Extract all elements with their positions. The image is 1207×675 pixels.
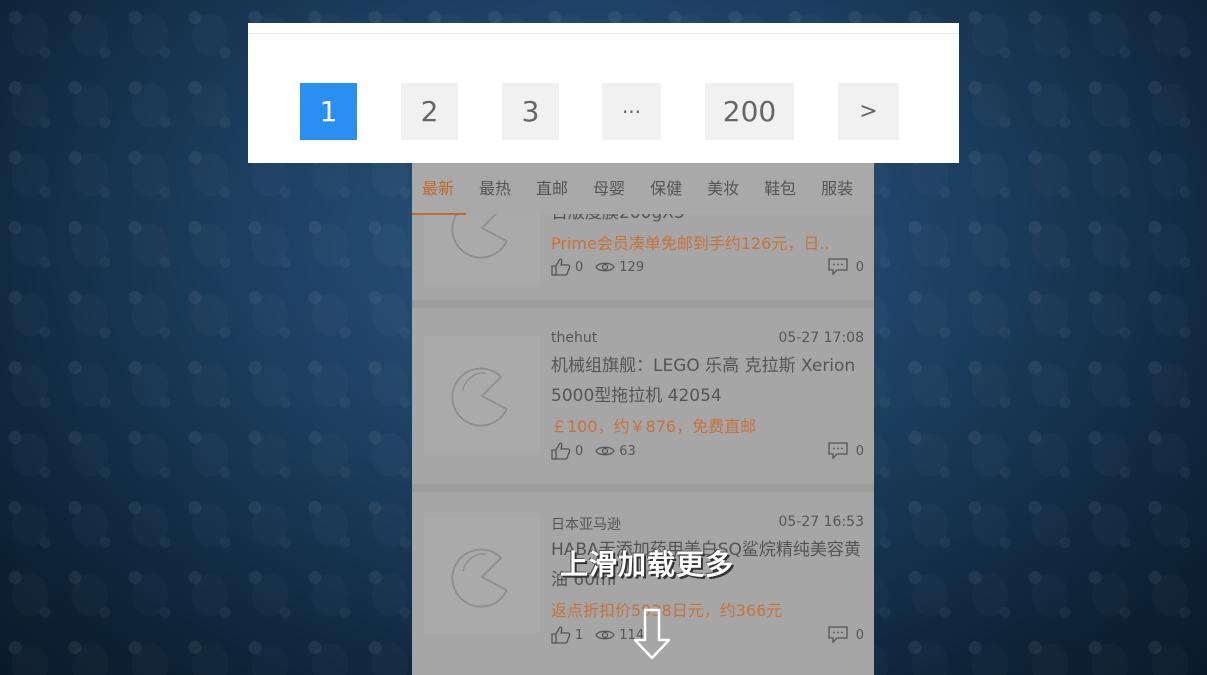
item-comments[interactable]: 0 <box>828 258 864 276</box>
comment-icon[interactable] <box>828 626 848 644</box>
eye-icon <box>595 628 616 642</box>
comment-count: 0 <box>855 443 864 459</box>
next-page-button[interactable]: > <box>838 83 899 140</box>
tab-hot[interactable]: 最热 <box>479 160 511 215</box>
comment-icon[interactable] <box>828 442 848 460</box>
tab-clothing[interactable]: 服装 <box>821 160 853 215</box>
page-button-3[interactable]: 3 <box>502 83 559 140</box>
view-count: 63 <box>619 443 636 459</box>
tab-latest[interactable]: 最新 <box>412 160 467 215</box>
item-stats: 0 63 <box>551 442 648 460</box>
pagination-panel: 1 2 3 ··· 200 > <box>248 23 959 163</box>
comment-count: 0 <box>855 259 864 275</box>
item-source: thehut <box>551 330 598 346</box>
item-time: 05-27 17:08 <box>778 330 864 346</box>
item-thumbnail <box>424 336 540 452</box>
page-button-2[interactable]: 2 <box>401 83 458 140</box>
list-item[interactable]: thehut 05-27 17:08 机械组旗舰：LEGO 乐高 克拉斯 Xer… <box>412 308 874 484</box>
thumb-up-icon[interactable] <box>551 258 571 276</box>
like-count: 0 <box>575 259 584 275</box>
thumb-up-icon[interactable] <box>551 442 571 460</box>
tab-direct-mail[interactable]: 直邮 <box>536 160 568 215</box>
item-price: ￡100，约￥876，免费直邮 <box>551 417 757 436</box>
thumb-up-icon[interactable] <box>551 626 571 644</box>
placeholder-image-icon <box>451 367 508 427</box>
down-arrow-icon <box>632 608 672 664</box>
comment-count: 0 <box>855 627 864 643</box>
placeholder-image-icon <box>451 548 508 608</box>
tab-shoes-bags[interactable]: 鞋包 <box>764 160 796 215</box>
eye-icon <box>595 444 616 458</box>
item-source: 日本亚马逊 <box>551 517 621 533</box>
like-count: 1 <box>575 627 584 643</box>
app-screen: 日版度膜200gX3 Prime会员凑单免邮到手约126元，日.. 0 129 … <box>412 160 874 675</box>
item-comments[interactable]: 0 <box>828 626 864 644</box>
item-time: 05-27 16:53 <box>778 514 864 530</box>
item-stats: 0 129 <box>551 258 656 276</box>
view-count: 129 <box>619 259 645 275</box>
category-tabs: 最新 最热 直邮 母婴 保健 美妆 鞋包 服装 <box>412 160 874 215</box>
swipe-up-hint: 上滑加载更多 <box>560 548 735 581</box>
eye-icon <box>595 260 616 274</box>
tab-beauty[interactable]: 美妆 <box>707 160 739 215</box>
tab-health[interactable]: 保健 <box>650 160 682 215</box>
like-count: 0 <box>575 443 584 459</box>
item-comments[interactable]: 0 <box>828 442 864 460</box>
page-button-200[interactable]: 200 <box>705 83 794 140</box>
item-thumbnail <box>424 517 540 633</box>
comment-icon[interactable] <box>828 258 848 276</box>
item-title[interactable]: 机械组旗舰：LEGO 乐高 克拉斯 Xerion 5000型拖拉机 42054 <box>551 351 866 411</box>
tab-mother-baby[interactable]: 母婴 <box>593 160 625 215</box>
divider <box>248 33 959 34</box>
page-ellipsis[interactable]: ··· <box>602 83 661 140</box>
item-price: Prime会员凑单免邮到手约126元，日.. <box>551 234 830 253</box>
page-button-1[interactable]: 1 <box>300 83 357 140</box>
